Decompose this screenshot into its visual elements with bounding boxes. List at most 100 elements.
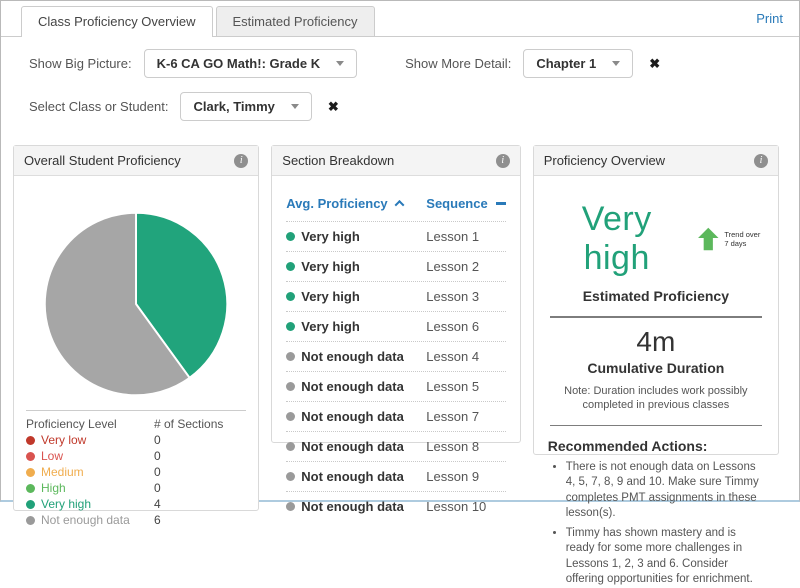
sequence-value: Lesson 4 — [426, 349, 480, 364]
proficiency-value: Not enough data — [301, 439, 404, 454]
proficiency-value: Not enough data — [301, 469, 404, 484]
proficiency-dot-icon — [286, 232, 296, 241]
legend-row-medium: Medium 0 — [26, 464, 246, 480]
pie-chart-svg — [44, 211, 229, 397]
print-link[interactable]: Print — [756, 11, 783, 26]
sequence-value: Lesson 6 — [426, 319, 480, 334]
table-row: Not enough data Lesson 5 — [286, 371, 506, 401]
sequence-value: Lesson 1 — [426, 229, 480, 244]
pie-legend: Proficiency Level # of Sections Very low… — [26, 410, 247, 528]
sort-none-icon — [495, 202, 506, 205]
legend-header-row: Proficiency Level # of Sections — [26, 416, 246, 432]
sequence-value: Lesson 9 — [426, 469, 480, 484]
recommendation-item: Timmy has shown mastery and is ready for… — [566, 526, 764, 588]
legend-label: Very high — [41, 497, 92, 511]
legend-count: 6 — [154, 513, 161, 527]
sequence-value: Lesson 7 — [426, 409, 480, 424]
high-dot-icon — [26, 483, 35, 493]
legend-row-very-high: Very high 4 — [26, 496, 246, 512]
student-dropdown[interactable]: Clark, Timmy — [180, 92, 312, 121]
proficiency-value: Very high — [301, 319, 360, 334]
clear-detail-icon[interactable]: ✖ — [649, 56, 660, 72]
proficiency-dot-icon — [286, 412, 296, 421]
proficiency-pie-chart — [14, 176, 258, 408]
more-detail-label: Show More Detail: — [405, 56, 512, 71]
trend-label: Trend over 7 days — [724, 230, 761, 248]
table-row: Not enough data Lesson 4 — [286, 341, 506, 371]
tab-class-proficiency-overview[interactable]: Class Proficiency Overview — [21, 6, 213, 37]
tab-bar: Class Proficiency Overview Estimated Pro… — [1, 1, 799, 37]
sort-sequence[interactable]: Sequence — [426, 196, 506, 211]
panel-header: Overall Student Proficiency i — [14, 146, 259, 176]
medium-dot-icon — [26, 467, 35, 477]
overview-body: Very high Trend over 7 days Estimated Pr… — [534, 176, 778, 588]
big-picture-label: Show Big Picture: — [29, 56, 132, 71]
cumulative-duration-label: Cumulative Duration — [587, 360, 725, 376]
table-row: Not enough data Lesson 8 — [286, 431, 506, 461]
proficiency-dashboard: { "tabs": { "class_overview": "Class Pro… — [0, 0, 800, 585]
legend-count: 4 — [154, 497, 161, 511]
legend-count: 0 — [154, 465, 161, 479]
legend-header-level: Proficiency Level — [26, 417, 117, 431]
filter-row-course: Show Big Picture: K-6 CA GO Math!: Grade… — [29, 49, 799, 78]
sort-ascending-icon — [394, 199, 405, 210]
sequence-value: Lesson 10 — [426, 499, 487, 514]
big-picture-dropdown[interactable]: K-6 CA GO Math!: Grade K — [143, 49, 358, 78]
clear-student-icon[interactable]: ✖ — [328, 99, 339, 115]
recommended-actions-title: Recommended Actions: — [547, 437, 708, 454]
proficiency-dot-icon — [286, 472, 296, 481]
estimated-proficiency-label: Estimated Proficiency — [582, 288, 729, 304]
sequence-value: Lesson 3 — [426, 289, 480, 304]
proficiency-value: Not enough data — [301, 379, 404, 394]
divider — [549, 424, 762, 426]
legend-label: Not enough data — [41, 513, 130, 527]
proficiency-level-value: Very high — [581, 200, 652, 277]
trend-up-arrow-icon — [697, 227, 719, 251]
legend-row-not-enough-data: Not enough data 6 — [26, 512, 246, 528]
sequence-value: Lesson 2 — [426, 259, 480, 274]
filter-bar: Show Big Picture: K-6 CA GO Math!: Grade… — [1, 37, 799, 137]
proficiency-value: Not enough data — [301, 499, 404, 514]
info-icon[interactable]: i — [495, 153, 510, 168]
tab-estimated-proficiency[interactable]: Estimated Proficiency — [215, 6, 375, 36]
panel-title: Overall Student Proficiency — [24, 153, 181, 168]
table-row: Very high Lesson 1 — [286, 221, 506, 251]
very-low-dot-icon — [26, 435, 35, 445]
proficiency-dot-icon — [286, 292, 296, 301]
proficiency-value: Not enough data — [301, 349, 404, 364]
proficiency-dot-icon — [286, 442, 296, 451]
proficiency-value: Not enough data — [301, 409, 404, 424]
proficiency-value: Very high — [301, 289, 360, 304]
info-icon[interactable]: i — [234, 153, 249, 168]
breakdown-header-row: Avg. Proficiency Sequence — [286, 190, 506, 221]
proficiency-dot-icon — [286, 322, 296, 331]
caret-down-icon — [290, 104, 299, 109]
panel-section-breakdown: Section Breakdown i Avg. Proficiency Seq… — [271, 145, 521, 514]
panels-container: Overall Student Proficiency i Proficienc… — [1, 137, 799, 585]
table-row: Very high Lesson 6 — [286, 311, 506, 341]
sort-avg-proficiency[interactable]: Avg. Proficiency — [286, 196, 426, 211]
divider — [549, 316, 762, 318]
info-icon[interactable]: i — [753, 153, 768, 168]
table-row: Not enough data Lesson 7 — [286, 401, 506, 431]
legend-row-low: Low 0 — [26, 448, 246, 464]
table-row: Not enough data Lesson 10 — [286, 491, 506, 521]
legend-row-high: High 0 — [26, 480, 246, 496]
sequence-value: Lesson 5 — [426, 379, 480, 394]
duration-note: Note: Duration includes work possibly co… — [564, 385, 748, 412]
caret-down-icon — [612, 61, 621, 66]
proficiency-value: Very high — [301, 259, 360, 274]
legend-header-count: # of Sections — [154, 417, 224, 431]
student-value: Clark, Timmy — [193, 99, 275, 114]
panel-title: Proficiency Overview — [543, 153, 666, 168]
caret-down-icon — [336, 61, 345, 66]
more-detail-value: Chapter 1 — [536, 56, 597, 71]
legend-label: Low — [41, 449, 64, 463]
legend-label: High — [41, 481, 66, 495]
proficiency-dot-icon — [286, 502, 296, 511]
legend-count: 0 — [154, 481, 161, 495]
recommendation-item: There is not enough data on Lessons 4, 5… — [566, 460, 764, 522]
panel-overall-student-proficiency: Overall Student Proficiency i Proficienc… — [13, 145, 260, 527]
more-detail-dropdown[interactable]: Chapter 1 — [523, 49, 634, 78]
col-header-label: Avg. Proficiency — [286, 196, 388, 211]
